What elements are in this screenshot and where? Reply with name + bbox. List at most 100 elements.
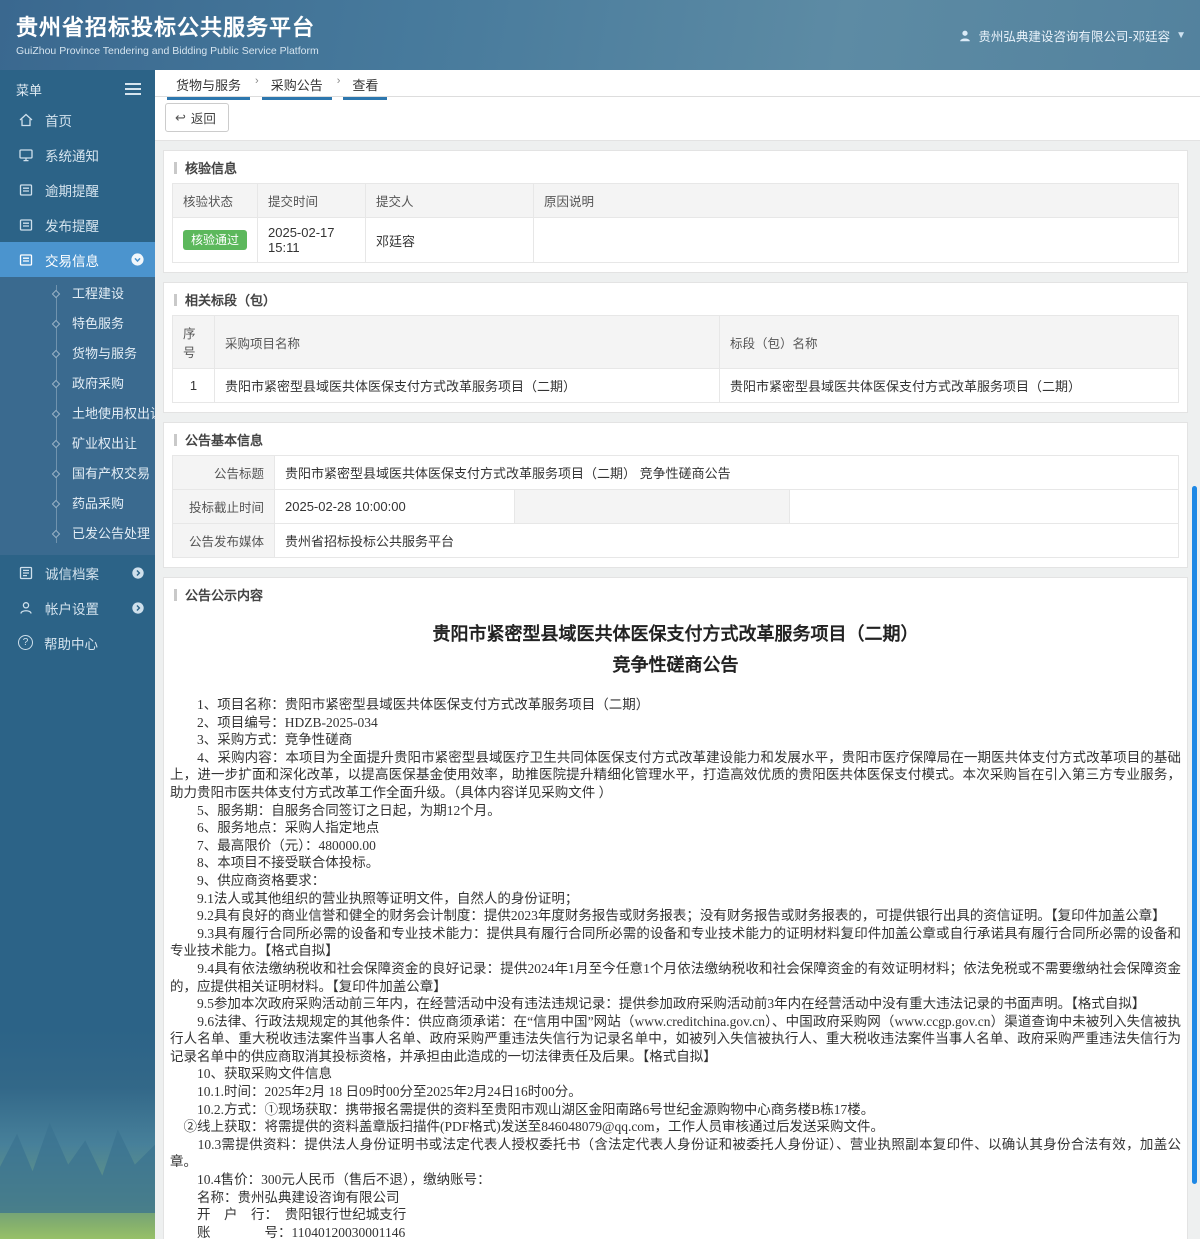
sidebar-submenu: 工程建设 特色服务 货物与服务 政府采购 土地使用权出让 矿业权出让 国有产权交… <box>0 277 155 555</box>
document-paragraph: 9.1法人或其他组织的营业执照等证明文件，自然人的身份证明； <box>170 890 579 906</box>
verification-title: 核验信息 <box>164 151 1187 183</box>
sidebar-scenery-image <box>0 1029 155 1239</box>
col-verify-status: 核验状态 <box>172 183 258 218</box>
field-label: 公告标题 <box>172 455 275 490</box>
monitor-icon <box>19 148 33 161</box>
basic-info-title: 公告基本信息 <box>164 423 1187 455</box>
breadcrumb-procurement-notice[interactable]: 采购公告 <box>261 70 332 100</box>
announcement-title: 公告公示内容 <box>164 578 1187 610</box>
caret-down-icon: ▼ <box>1176 30 1186 41</box>
sidebar-item-overdue-reminder[interactable]: 逾期提醒 <box>0 172 155 207</box>
breadcrumb-goods-services[interactable]: 货物与服务 <box>167 70 251 100</box>
sidebar-subitem[interactable]: 工程建设 <box>0 279 155 309</box>
empty-label-cell <box>514 489 790 524</box>
breadcrumb: 货物与服务 › 采购公告 › 查看 <box>155 70 1200 100</box>
diamond-bullet-icon <box>51 349 61 359</box>
related-sections-table: 序号 采购项目名称 标段（包）名称 1 贵阳市紧密型县域医共体医保支付方式改革服… <box>172 315 1179 403</box>
deadline-value: 2025-02-28 10:00:00 <box>274 489 515 524</box>
document-paragraph: 9.4具有依法缴纳税收和社会保障资金的良好记录：提供2024年1月至今任意1个月… <box>170 960 1181 994</box>
diamond-bullet-icon <box>51 409 61 419</box>
sidebar-item-account-settings[interactable]: 帐户设置 <box>0 590 155 625</box>
col-project-name: 采购项目名称 <box>214 315 720 369</box>
document-paragraph: 2、项目编号：HDZB-2025-034 <box>170 714 378 730</box>
sidebar-subitem[interactable]: 已发公告处理 <box>0 519 155 549</box>
sidebar-item-credit-archive[interactable]: 诚信档案 <box>0 555 155 590</box>
document-paragraph: 4、采购内容：本项目为全面提升贵阳市紧密型县域医疗卫生共同体医保支付方式改革建设… <box>170 749 1181 800</box>
sidebar-subitem[interactable]: 政府采购 <box>0 369 155 399</box>
sidebar-subitem[interactable]: 药品采购 <box>0 489 155 519</box>
scrollbar-thumb[interactable] <box>1192 486 1197 1184</box>
basic-info-panel: 公告基本信息 公告标题 贵阳市紧密型县域医共体医保支付方式改革服务项目（二期） … <box>163 422 1188 568</box>
sidebar-subitem[interactable]: 国有产权交易 <box>0 459 155 489</box>
table-row: 核验通过 2025-02-17 15:11 邓廷容 <box>172 217 1179 263</box>
sidebar-item-label: 帐户设置 <box>45 601 99 617</box>
user-menu[interactable]: 贵州弘典建设咨询有限公司-邓廷容 ▼ <box>958 26 1186 45</box>
document-paragraph: 9.5参加本次政府采购活动前三年内，在经营活动中没有违法违规记录：提供参加政府采… <box>170 996 1146 1012</box>
sidebar-subitem[interactable]: 矿业权出让 <box>0 429 155 459</box>
project-name-value: 贵阳市紧密型县域医共体医保支付方式改革服务项目（二期） <box>214 368 720 403</box>
user-icon <box>960 30 971 41</box>
publish-media-value: 贵州省招标投标公共服务平台 <box>274 523 1179 558</box>
section-name-value: 贵阳市紧密型县域医共体医保支付方式改革服务项目（二期） <box>719 368 1179 403</box>
sidebar-subitem[interactable]: 特色服务 <box>0 309 155 339</box>
sidebar-item-home[interactable]: 首页 <box>0 102 155 137</box>
back-icon: ↩ <box>175 110 186 125</box>
notice-title-value: 贵阳市紧密型县域医共体医保支付方式改革服务项目（二期） 竞争性磋商公告 <box>274 455 1179 490</box>
sidebar-subitem-label: 国有产权交易 <box>72 466 151 481</box>
hamburger-icon[interactable] <box>125 88 141 90</box>
document-paragraph: ②线上获取：将需提供的资料盖章版扫描件(PDF格式)发送至846048079@q… <box>170 1119 885 1135</box>
basic-info-table: 公告标题 贵阳市紧密型县域医共体医保支付方式改革服务项目（二期） 竞争性磋商公告… <box>172 455 1179 558</box>
sidebar-subitem-label: 药品采购 <box>72 496 125 511</box>
document-body: 1、项目名称：贵阳市紧密型县域医共体医保支付方式改革服务项目（二期） 2、项目编… <box>170 696 1181 1239</box>
sidebar-subitem-label: 已发公告处理 <box>72 526 151 541</box>
chevron-down-circle-icon <box>131 253 144 266</box>
breadcrumb-view[interactable]: 查看 <box>343 70 388 100</box>
status-badge: 核验通过 <box>183 229 247 251</box>
announcement-document: 贵阳市紧密型县域医共体医保支付方式改革服务项目（二期） 竞争性磋商公告 1、项目… <box>164 619 1187 1239</box>
document-paragraph: 10.2.方式：①现场获取：携带报名需提供的资料至贵阳市观山湖区金阳南路6号世纪… <box>170 1101 875 1117</box>
document-paragraph: 5、服务期：自服务合同签订之日起，为期12个月。 <box>170 802 501 818</box>
table-row: 公告标题 贵阳市紧密型县域医共体医保支付方式改革服务项目（二期） 竞争性磋商公告 <box>172 455 1179 490</box>
sidebar-item-label: 交易信息 <box>45 253 99 269</box>
document-paragraph: 9、供应商资格要求： <box>170 872 326 888</box>
diamond-bullet-icon <box>51 289 61 299</box>
app-header: 贵州省招标投标公共服务平台 GuiZhou Province Tendering… <box>0 0 1200 70</box>
folder-icon <box>19 218 33 231</box>
submit-time-value: 2025-02-17 15:11 <box>257 217 366 263</box>
sidebar-subitem-label: 货物与服务 <box>72 346 138 361</box>
app-subtitle: GuiZhou Province Tendering and Bidding P… <box>16 45 319 57</box>
sidebar-subitem[interactable]: 土地使用权出让 <box>0 399 155 429</box>
submitter-value: 邓廷容 <box>365 217 534 263</box>
document-paragraph: 7、最高限价（元）：480000.00 <box>170 837 376 853</box>
page: 贵州省招标投标公共服务平台 GuiZhou Province Tendering… <box>0 0 1200 1239</box>
diamond-bullet-icon <box>51 379 61 389</box>
document-paragraph: 10.1.时间：2025年2月 18 日09时00分至2025年2月24日16时… <box>170 1084 582 1100</box>
sidebar-subitem-label: 土地使用权出让 <box>72 406 155 421</box>
sidebar-item-label: 发布提醒 <box>45 218 99 234</box>
table-row: 1 贵阳市紧密型县域医共体医保支付方式改革服务项目（二期） 贵阳市紧密型县域医共… <box>172 368 1179 403</box>
announcement-panel: 公告公示内容 贵阳市紧密型县域医共体医保支付方式改革服务项目（二期） 竞争性磋商… <box>163 577 1188 1239</box>
sidebar-item-label: 首页 <box>45 113 72 129</box>
sidebar-subitem-label: 特色服务 <box>72 316 125 331</box>
sidebar-item-publish-reminder[interactable]: 发布提醒 <box>0 207 155 242</box>
archive-icon <box>19 566 33 579</box>
document-paragraph: 9.2具有良好的商业信誉和健全的财务会计制度：提供2023年度财务报告或财务报表… <box>170 908 1166 924</box>
sidebar-item-label: 逾期提醒 <box>45 183 99 199</box>
table-row: 公告发布媒体 贵州省招标投标公共服务平台 <box>172 523 1179 558</box>
sidebar: 菜单 首页 系统通知 逾期提醒 发布提醒 交易信息 工程建设 特色服务 货物与服… <box>0 70 155 1239</box>
folder-icon <box>19 183 33 196</box>
sidebar-item-system-notice[interactable]: 系统通知 <box>0 137 155 172</box>
sidebar-subitem[interactable]: 货物与服务 <box>0 339 155 369</box>
user-icon <box>20 601 32 614</box>
sidebar-subitem-label: 矿业权出让 <box>72 436 138 451</box>
back-button[interactable]: ↩ 返回 <box>165 103 229 132</box>
sidebar-item-transaction-info[interactable]: 交易信息 <box>0 242 155 277</box>
chevron-right-circle-icon <box>132 566 144 579</box>
sidebar-item-label: 系统通知 <box>45 148 99 164</box>
related-sections-panel: 相关标段（包） 序号 采购项目名称 标段（包）名称 1 贵阳市紧密型县域医共体医… <box>163 282 1188 413</box>
diamond-bullet-icon <box>51 529 61 539</box>
diamond-bullet-icon <box>51 319 61 329</box>
document-paragraph: 10.3需提供资料：提供法人身份证明书或法定代表人授权委托书（含法定代表人身份证… <box>170 1136 1181 1170</box>
sidebar-item-help-center[interactable]: ? 帮助中心 <box>0 625 155 660</box>
verification-panel: 核验信息 核验状态 提交时间 提交人 原因说明 核验通过 2025-02-17 … <box>163 150 1188 273</box>
